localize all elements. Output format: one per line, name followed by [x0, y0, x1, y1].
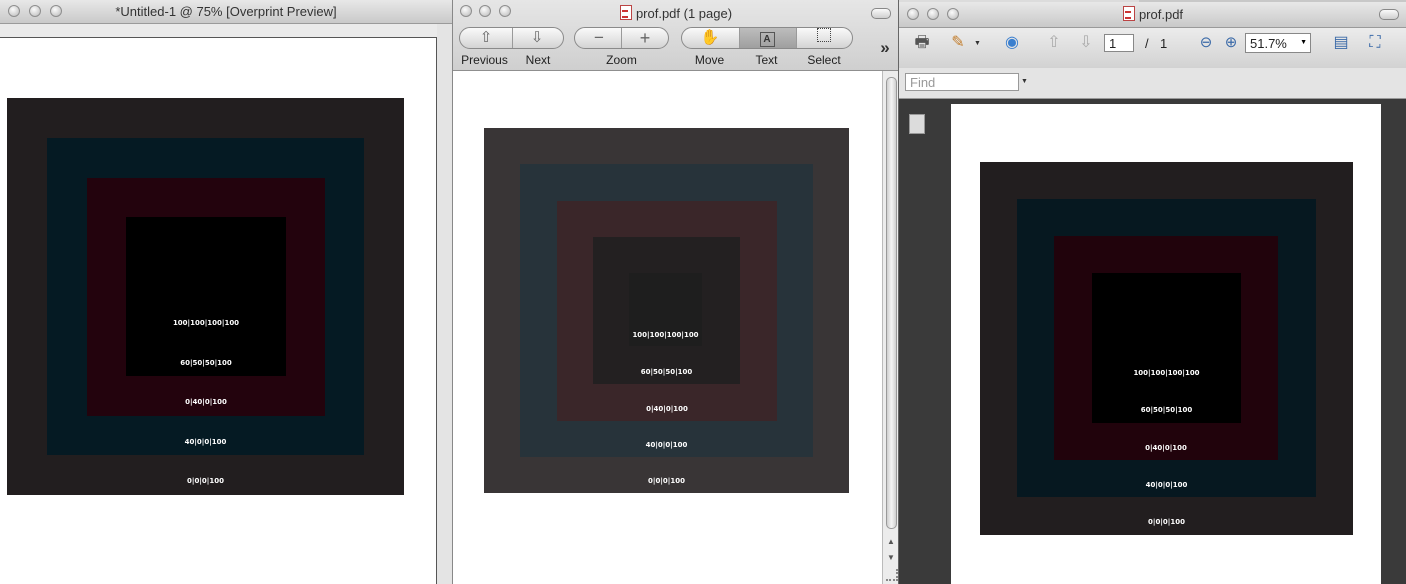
swatch-label: 60|50|50|100	[640, 368, 693, 376]
scroll-up-arrow[interactable]: ▲	[887, 537, 895, 546]
swatch-label: 0|40|0|100	[185, 398, 227, 406]
window-title: prof.pdf (1 page)	[453, 5, 899, 21]
preview-window: prof.pdf (1 page) ⇧ ⇩ Previous Next − + …	[452, 0, 899, 584]
navigation-pane	[899, 99, 939, 584]
pdf-file-icon	[619, 5, 632, 20]
attach-icon[interactable]: ✎	[946, 31, 970, 55]
vertical-scrollbar[interactable]: ▲ ▼	[882, 71, 899, 584]
next-page-icon[interactable]: ⇩	[1074, 31, 1098, 55]
page-total: 1	[1160, 36, 1168, 51]
comment-globe-icon[interactable]: ◉	[1000, 31, 1024, 55]
zoom-select[interactable]: 51.7% ▼	[1245, 33, 1311, 53]
toolbar-toggle-button[interactable]	[1379, 9, 1399, 20]
scroll-area[interactable]	[437, 24, 452, 584]
move-label: Move	[694, 53, 725, 67]
scroll-down-arrow[interactable]: ▼	[887, 553, 895, 562]
illustrator-titlebar: *Untitled-1 @ 75% [Overprint Preview]	[0, 0, 452, 24]
swatch-label: 0|0|0|100	[1148, 518, 1185, 526]
swatch-label: 40|0|0|100	[645, 441, 688, 449]
swatch-label: 0|40|0|100	[1145, 444, 1187, 452]
swatch-60-50-50-100: 60|50|50|100 100|100|100|100	[126, 217, 286, 376]
text-select-icon[interactable]: A	[755, 28, 779, 48]
zoom-in-icon[interactable]: +	[633, 28, 657, 48]
chevron-down-icon: ▼	[1300, 39, 1307, 46]
zoom-out-icon[interactable]: −	[587, 28, 611, 48]
toolbar-overflow-icon[interactable]: »	[875, 38, 895, 58]
swatch-label: 60|50|50|100	[180, 359, 232, 367]
select-label: Select	[807, 53, 841, 67]
resize-grip[interactable]	[886, 569, 898, 581]
marquee-select-icon[interactable]	[812, 28, 836, 48]
fit-width-icon[interactable]: ▤	[1329, 31, 1353, 55]
acrobat-titlebar: prof.pdf	[899, 2, 1406, 28]
swatch-label: 60|50|50|100	[1140, 406, 1193, 414]
text-label: Text	[755, 53, 778, 67]
doc-scrollbar[interactable]	[1391, 99, 1406, 584]
zoom-label: Zoom	[606, 53, 637, 67]
swatch-label: 40|0|0|100	[184, 438, 227, 446]
swatch-label: 100|100|100|100	[1133, 369, 1200, 377]
find-input[interactable]: Find	[905, 73, 1019, 91]
previous-button-label[interactable]: Previous	[457, 53, 512, 67]
attach-dropdown-arrow[interactable]: ▼	[974, 40, 981, 47]
zoom-in-icon[interactable]: ⊕	[1219, 31, 1243, 55]
arrow-up-icon[interactable]: ⇧	[474, 28, 498, 48]
fit-page-icon[interactable]: ⛶	[1363, 31, 1387, 55]
illustrator-window: *Untitled-1 @ 75% [Overprint Preview] 0|…	[0, 0, 452, 584]
swatch-label: 100|100|100|100	[632, 331, 699, 339]
swatch-60-50-50-100: 60|50|50|100 100|100|100|100	[1092, 273, 1241, 423]
page-separator: /	[1145, 36, 1149, 51]
previous-page-icon[interactable]: ⇧	[1042, 31, 1066, 55]
swatch-100-100-100-100: 100|100|100|100	[629, 273, 702, 346]
swatch-label: 0|0|0|100	[187, 477, 224, 485]
find-dropdown-arrow[interactable]: ▼	[1021, 78, 1028, 85]
window-title: prof.pdf	[899, 6, 1406, 22]
swatch-label: 40|0|0|100	[1145, 481, 1188, 489]
next-button-label[interactable]: Next	[512, 53, 564, 67]
page-number-field[interactable]: 1	[1104, 34, 1134, 52]
zoom-out-icon[interactable]: ⊖	[1194, 31, 1218, 55]
hand-move-icon[interactable]: ✋	[698, 28, 722, 48]
acrobat-window: prof.pdf 🖶 ✎ ▼ ◉ ⇧ ⇩ 1 / 1 ⊖ ⊕ 51.7% ▼ ▤…	[898, 0, 1406, 584]
swatch-label: 0|40|0|100	[646, 405, 688, 413]
toolbar-toggle-button[interactable]	[871, 8, 891, 19]
print-icon[interactable]: 🖶	[910, 31, 934, 55]
pdf-file-icon	[1122, 6, 1135, 21]
scrollbar-thumb[interactable]	[886, 77, 897, 529]
swatch-label: 0|0|0|100	[648, 477, 685, 485]
arrow-down-icon[interactable]: ⇩	[525, 28, 549, 48]
pages-panel-icon[interactable]	[909, 114, 925, 134]
window-title: *Untitled-1 @ 75% [Overprint Preview]	[115, 4, 337, 19]
swatch-label: 100|100|100|100	[172, 319, 240, 327]
